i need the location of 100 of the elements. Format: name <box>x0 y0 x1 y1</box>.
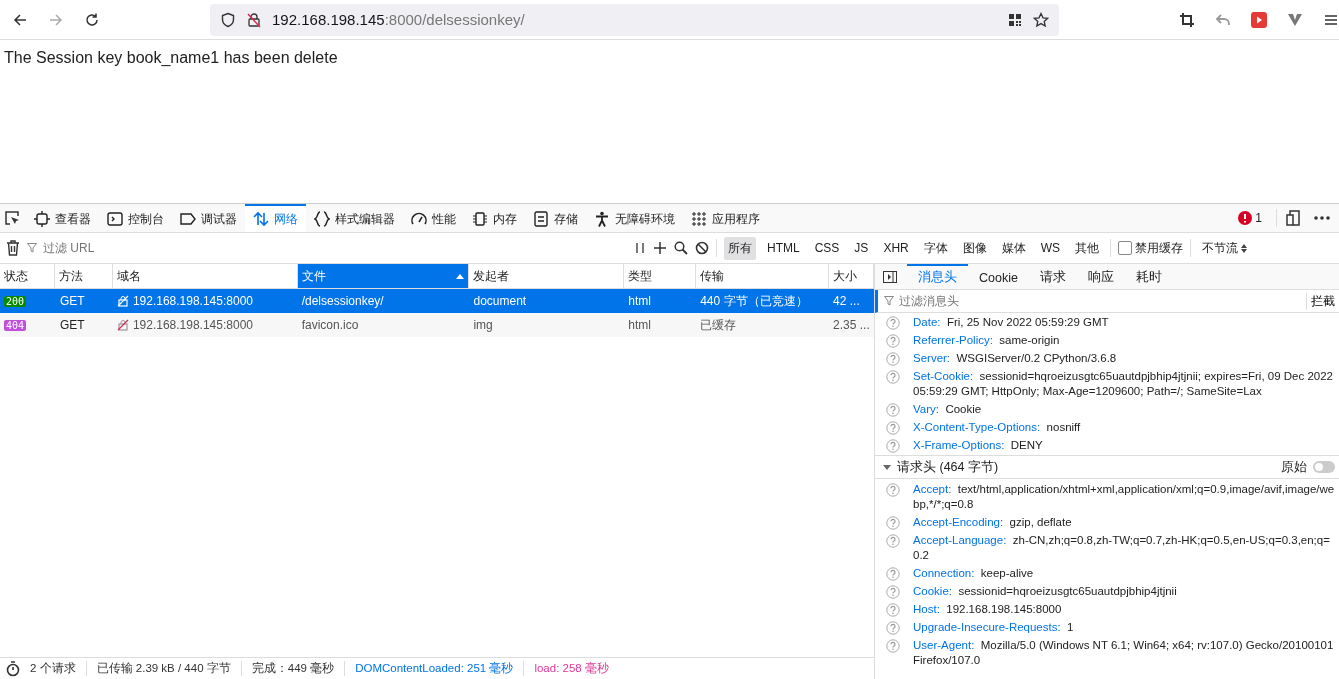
request-row[interactable]: 200 GET 192.168.198.145:8000 /delsessionkey/ document html 440 字节（已竞速） 42 ... <box>0 289 874 313</box>
funnel-icon <box>884 296 894 306</box>
help-icon[interactable] <box>886 483 900 497</box>
help-icon[interactable] <box>886 334 900 348</box>
pause-icon[interactable] <box>634 241 646 255</box>
devtools-tab[interactable]: 无障碍环境 <box>586 204 683 232</box>
transfer-text: 440 字节（已竞速） <box>700 292 808 310</box>
devtools-tab[interactable]: 样式编辑器 <box>306 204 403 232</box>
checkbox-label[interactable]: 禁用缓存 <box>1135 239 1184 257</box>
header-filter-field[interactable]: 过滤消息头 <box>897 293 1306 309</box>
devtools-tab[interactable]: 控制台 <box>99 204 172 232</box>
header-entry: Cookie: sessionid=hqroeizusgtc65uautdpjbhip4jtjnii <box>913 584 1177 599</box>
qr-code-icon[interactable] <box>1007 11 1023 28</box>
column-header[interactable]: 文件 <box>297 264 470 288</box>
curved-arrow-icon[interactable] <box>1215 11 1231 28</box>
help-icon[interactable] <box>886 352 900 366</box>
chip-icon <box>472 211 488 227</box>
type-filter[interactable]: JS <box>850 238 873 258</box>
dock-icon[interactable] <box>1285 210 1301 226</box>
v-logo-icon[interactable] <box>1287 11 1303 28</box>
terminal-icon <box>107 211 123 227</box>
crossed-lock-icon <box>116 319 129 331</box>
stopwatch-icon[interactable] <box>6 660 20 677</box>
help-icon[interactable] <box>886 421 900 435</box>
crop-icon[interactable] <box>1179 11 1195 28</box>
transfer-text: 已缓存 <box>700 316 737 334</box>
column-header[interactable]: 状态 <box>0 264 55 288</box>
sidebar-toggle-icon[interactable] <box>883 270 897 283</box>
checkbox[interactable] <box>1118 241 1133 255</box>
devtools-tab[interactable]: 调试器 <box>172 204 245 232</box>
devtools-tab[interactable]: 存储 <box>525 204 586 232</box>
header-entry: Connection: keep-alive <box>913 566 1034 581</box>
type-filter[interactable]: 字体 <box>919 236 952 260</box>
status-text: 2 个请求 <box>29 661 77 676</box>
help-icon[interactable] <box>886 370 900 384</box>
help-icon[interactable] <box>886 585 900 599</box>
help-icon[interactable] <box>886 403 900 417</box>
help-icon[interactable] <box>886 603 900 617</box>
gauge-icon <box>411 211 427 227</box>
address-bar[interactable]: 192.168.198.145:8000/delsessionkey/ <box>210 3 1059 36</box>
reload-icon[interactable] <box>84 11 100 28</box>
help-icon[interactable] <box>886 316 900 330</box>
sort-arrow-icon <box>456 273 465 279</box>
block-button[interactable]: 拦截 <box>1306 292 1339 310</box>
help-icon[interactable] <box>886 621 900 635</box>
devtools-tab[interactable]: 应用程序 <box>683 204 768 232</box>
type-filter[interactable]: HTML <box>763 238 804 258</box>
trash-icon[interactable] <box>6 240 20 256</box>
error-icon <box>1238 211 1253 225</box>
help-icon[interactable] <box>886 639 900 653</box>
panel-tab[interactable]: 耗时 <box>1124 264 1173 289</box>
type-filter[interactable]: CSS <box>810 238 844 258</box>
element-picker-icon[interactable] <box>4 210 20 226</box>
star-icon[interactable] <box>1033 11 1049 28</box>
url-text[interactable]: 192.168.198.145:8000/delsessionkey/ <box>272 11 997 28</box>
section-header[interactable]: 请求头 (464 字节) 原始 <box>875 455 1339 479</box>
type-filter[interactable]: WS <box>1036 238 1065 258</box>
devtools-tab[interactable]: 网络 <box>245 204 306 232</box>
panel-tab[interactable]: 响应 <box>1076 264 1125 289</box>
play-icon[interactable] <box>1251 11 1267 28</box>
method-text: GET <box>59 318 85 332</box>
grid-icon <box>691 211 707 227</box>
request-row[interactable]: 404 GET 192.168.198.145:8000 favicon.ico img html 已缓存 2.35 ... <box>0 313 874 337</box>
error-count[interactable]: 1 <box>1255 211 1262 225</box>
toggle-switch[interactable] <box>1313 461 1335 473</box>
header-entry: Vary: Cookie <box>913 402 982 417</box>
search-icon[interactable] <box>674 241 688 255</box>
devtools-tab[interactable]: 性能 <box>403 204 464 232</box>
devtools-tab[interactable]: 内存 <box>464 204 525 232</box>
url-filter-field[interactable]: 过滤 URL <box>41 240 627 256</box>
back-arrow-icon[interactable] <box>12 11 28 28</box>
type-filter[interactable]: 媒体 <box>997 236 1030 260</box>
initiator-text: document <box>473 294 527 308</box>
person-icon <box>594 211 610 227</box>
up-down-caret-icon <box>1241 243 1248 253</box>
help-icon[interactable] <box>886 439 900 453</box>
plus-icon[interactable] <box>653 241 667 255</box>
panel-tab[interactable]: Cookie <box>968 264 1029 289</box>
method-text: GET <box>59 294 85 308</box>
type-filter[interactable]: XHR <box>879 238 913 258</box>
domain-text: 192.168.198.145:8000 <box>132 294 253 308</box>
forward-arrow-icon[interactable] <box>48 11 64 28</box>
panel-tab[interactable]: 请求 <box>1028 264 1077 289</box>
shield-icon[interactable] <box>220 11 236 28</box>
type-filter[interactable]: 所有 <box>724 236 756 260</box>
frame-icon <box>34 211 50 227</box>
help-icon[interactable] <box>886 534 900 548</box>
help-icon[interactable] <box>886 516 900 530</box>
type-filter[interactable]: 图像 <box>958 236 991 260</box>
panel-tab[interactable]: 消息头 <box>907 264 968 289</box>
throttle-dropdown[interactable]: 不节流 <box>1198 239 1252 257</box>
up-down-arrows-icon <box>253 211 269 227</box>
crossed-lock-icon[interactable] <box>246 11 262 28</box>
type-filter[interactable]: 其他 <box>1071 236 1104 260</box>
help-icon[interactable] <box>886 567 900 581</box>
file-text: /delsessionkey/ <box>301 294 384 308</box>
devtools-tab[interactable]: 查看器 <box>26 204 99 232</box>
header-entry: Date: Fri, 25 Nov 2022 05:59:29 GMT <box>913 315 1109 330</box>
header-entry: Host: 192.168.198.145:8000 <box>913 602 1062 617</box>
block-icon[interactable] <box>695 241 709 255</box>
